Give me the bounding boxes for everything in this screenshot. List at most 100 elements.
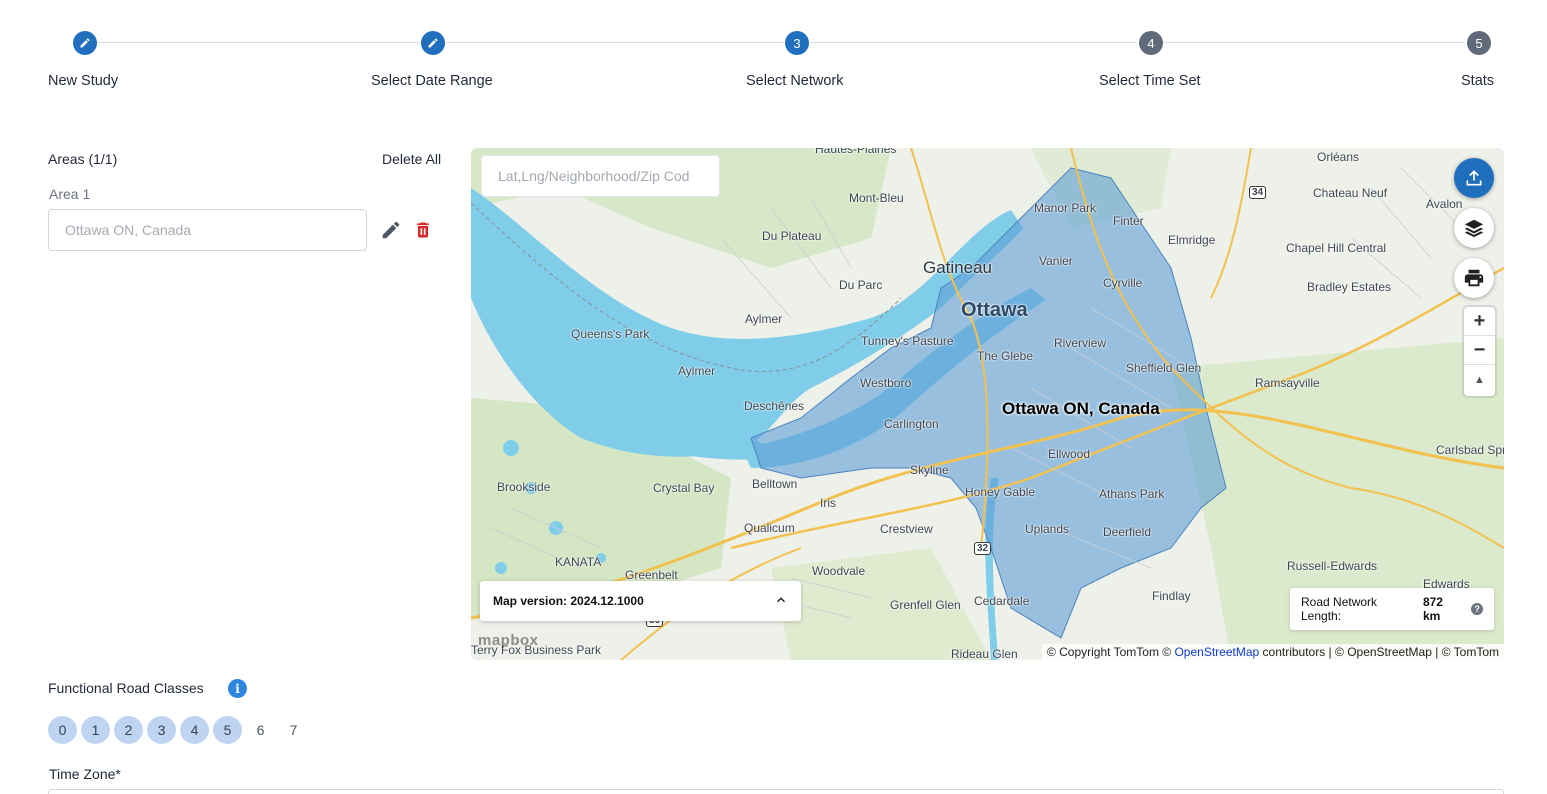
compass-button[interactable]: ▲ xyxy=(1464,365,1495,394)
map-place-label: Manor Park xyxy=(1034,201,1097,215)
map-place-label: Deerfield xyxy=(1103,525,1152,539)
help-icon[interactable]: ? xyxy=(1471,603,1483,615)
map-place-label: Crystal Bay xyxy=(653,481,715,495)
step-connector xyxy=(97,42,420,43)
pencil-icon xyxy=(80,38,90,48)
map-search-input[interactable] xyxy=(481,155,720,197)
delete-area-button[interactable] xyxy=(413,219,433,241)
map-place-label: Iris xyxy=(820,496,836,510)
step-1-marker[interactable] xyxy=(73,31,97,55)
map-version-panel: Map version: 2024.12.1000 xyxy=(480,581,801,621)
map-place-label: Woodvale xyxy=(812,564,866,578)
map-place-label: Ramsayville xyxy=(1255,376,1320,390)
map-place-label: Russell-Edwards xyxy=(1287,559,1378,573)
road-class-chip-5[interactable]: 5 xyxy=(213,716,242,744)
pencil-icon xyxy=(428,38,438,48)
edit-area-button[interactable] xyxy=(380,219,402,241)
step-2-marker[interactable] xyxy=(421,31,445,55)
print-button[interactable] xyxy=(1454,258,1494,298)
chevron-up-icon[interactable] xyxy=(774,593,788,610)
step-2-label[interactable]: Select Date Range xyxy=(371,73,493,89)
layers-icon xyxy=(1464,219,1484,238)
map-place-label: Brookside xyxy=(497,480,551,494)
step-5-marker[interactable]: 5 xyxy=(1467,31,1491,55)
zoom-control: + − ▲ xyxy=(1464,307,1495,396)
functional-road-classes-title: Functional Road Classes xyxy=(48,680,204,696)
step-3-label[interactable]: Select Network xyxy=(746,73,844,89)
upload-button[interactable] xyxy=(1454,158,1494,198)
map-view[interactable]: Hautes-Plaines Orléans Mont-Bleu Manor P… xyxy=(471,148,1504,660)
map-place-label: Carlsbad Sprin xyxy=(1436,443,1504,457)
map-place-label: Aylmer xyxy=(678,364,716,378)
trash-icon xyxy=(417,222,429,238)
highway-shield: 34 xyxy=(1249,186,1267,199)
map-place-label: Cyrville xyxy=(1103,276,1143,290)
map-version-label: Map version: 2024.12.1000 xyxy=(493,594,644,608)
map-place-label: Cedardale xyxy=(974,594,1030,608)
info-icon[interactable]: i xyxy=(228,679,247,698)
map-place-label: Queens's Park xyxy=(571,327,650,341)
areas-title: Areas (1/1) xyxy=(48,151,118,167)
map-place-label: Aylmer xyxy=(745,312,783,326)
road-class-chip-1[interactable]: 1 xyxy=(81,716,110,744)
delete-all-button[interactable]: Delete All xyxy=(382,151,441,167)
attribution-suffix: contributors | © OpenStreetMap | © TomTo… xyxy=(1262,645,1499,659)
road-class-chip-3[interactable]: 3 xyxy=(147,716,176,744)
map-place-label: Uplands xyxy=(1025,522,1070,536)
road-class-chip-2[interactable]: 2 xyxy=(114,716,143,744)
step-4-marker[interactable]: 4 xyxy=(1139,31,1163,55)
map-place-label: Ottawa xyxy=(961,299,1028,321)
map-place-label: Bradley Estates xyxy=(1307,280,1392,294)
map-place-label: Finter xyxy=(1113,214,1144,228)
map-place-label: Mont-Bleu xyxy=(849,191,904,205)
map-place-label: Riverview xyxy=(1054,336,1107,350)
mapbox-logo: mapbox xyxy=(478,632,539,649)
upload-icon xyxy=(1466,170,1482,186)
area-1-input[interactable] xyxy=(48,209,367,251)
step-connector xyxy=(1163,42,1465,43)
map-place-label: The Glebe xyxy=(977,349,1034,363)
attribution-prefix: © Copyright TomTom © xyxy=(1046,645,1172,659)
zoom-out-button[interactable]: − xyxy=(1464,336,1495,365)
map-attribution: © Copyright TomTom © OpenStreetMap contr… xyxy=(1041,644,1504,660)
step-connector xyxy=(446,42,784,43)
road-class-chip-0[interactable]: 0 xyxy=(48,716,77,744)
map-place-label: Gatineau xyxy=(923,258,992,277)
openstreetmap-link[interactable]: OpenStreetMap xyxy=(1174,645,1259,659)
road-network-label: Road Network Length: xyxy=(1301,595,1378,623)
step-3-marker[interactable]: 3 xyxy=(785,31,809,55)
pencil-icon xyxy=(382,221,400,239)
road-class-chip-7[interactable]: 7 xyxy=(279,716,308,744)
layers-button[interactable] xyxy=(1454,208,1494,248)
map-place-label: Skyline xyxy=(910,463,949,477)
map-place-label: Carlington xyxy=(884,417,939,431)
map-place-label: Rideau Glen xyxy=(951,647,1018,660)
map-place-label: Hautes-Plaines xyxy=(815,148,897,156)
map-place-label: Qualicum xyxy=(744,521,795,535)
map-area-label: Ottawa ON, Canada xyxy=(1002,399,1160,418)
step-1-label[interactable]: New Study xyxy=(48,73,118,89)
map-place-label: Findlay xyxy=(1152,589,1191,603)
road-class-chip-6[interactable]: 6 xyxy=(246,716,275,744)
road-class-chips: 0 1 2 3 4 5 6 7 xyxy=(48,716,308,744)
step-4-label[interactable]: Select Time Set xyxy=(1099,73,1201,89)
road-class-chip-4[interactable]: 4 xyxy=(180,716,209,744)
map-place-label: Sheffield Glen xyxy=(1126,361,1202,375)
time-zone-select[interactable] xyxy=(48,789,1504,794)
map-place-label: Du Plateau xyxy=(762,229,822,243)
zoom-in-button[interactable]: + xyxy=(1464,307,1495,336)
map-place-label: Crestview xyxy=(880,522,933,536)
highway-shield: 32 xyxy=(974,542,992,555)
map-place-label: Deschênes xyxy=(744,399,805,413)
step-connector xyxy=(810,42,1137,43)
map-place-label: Orléans xyxy=(1317,150,1360,164)
map-place-label: Elmridge xyxy=(1168,233,1216,247)
area-1-label: Area 1 xyxy=(49,186,91,202)
map-place-label: Honey Gable xyxy=(965,485,1036,499)
map-place-label: Grenfell Glen xyxy=(890,598,961,612)
road-network-value: 872 km xyxy=(1422,595,1443,623)
progress-stepper: 3 4 5 New Study Select Date Range Select… xyxy=(0,0,1547,110)
map-place-label: KANATA xyxy=(555,555,602,569)
step-5-label[interactable]: Stats xyxy=(1461,73,1494,89)
map-place-label: Du Parc xyxy=(839,278,883,292)
